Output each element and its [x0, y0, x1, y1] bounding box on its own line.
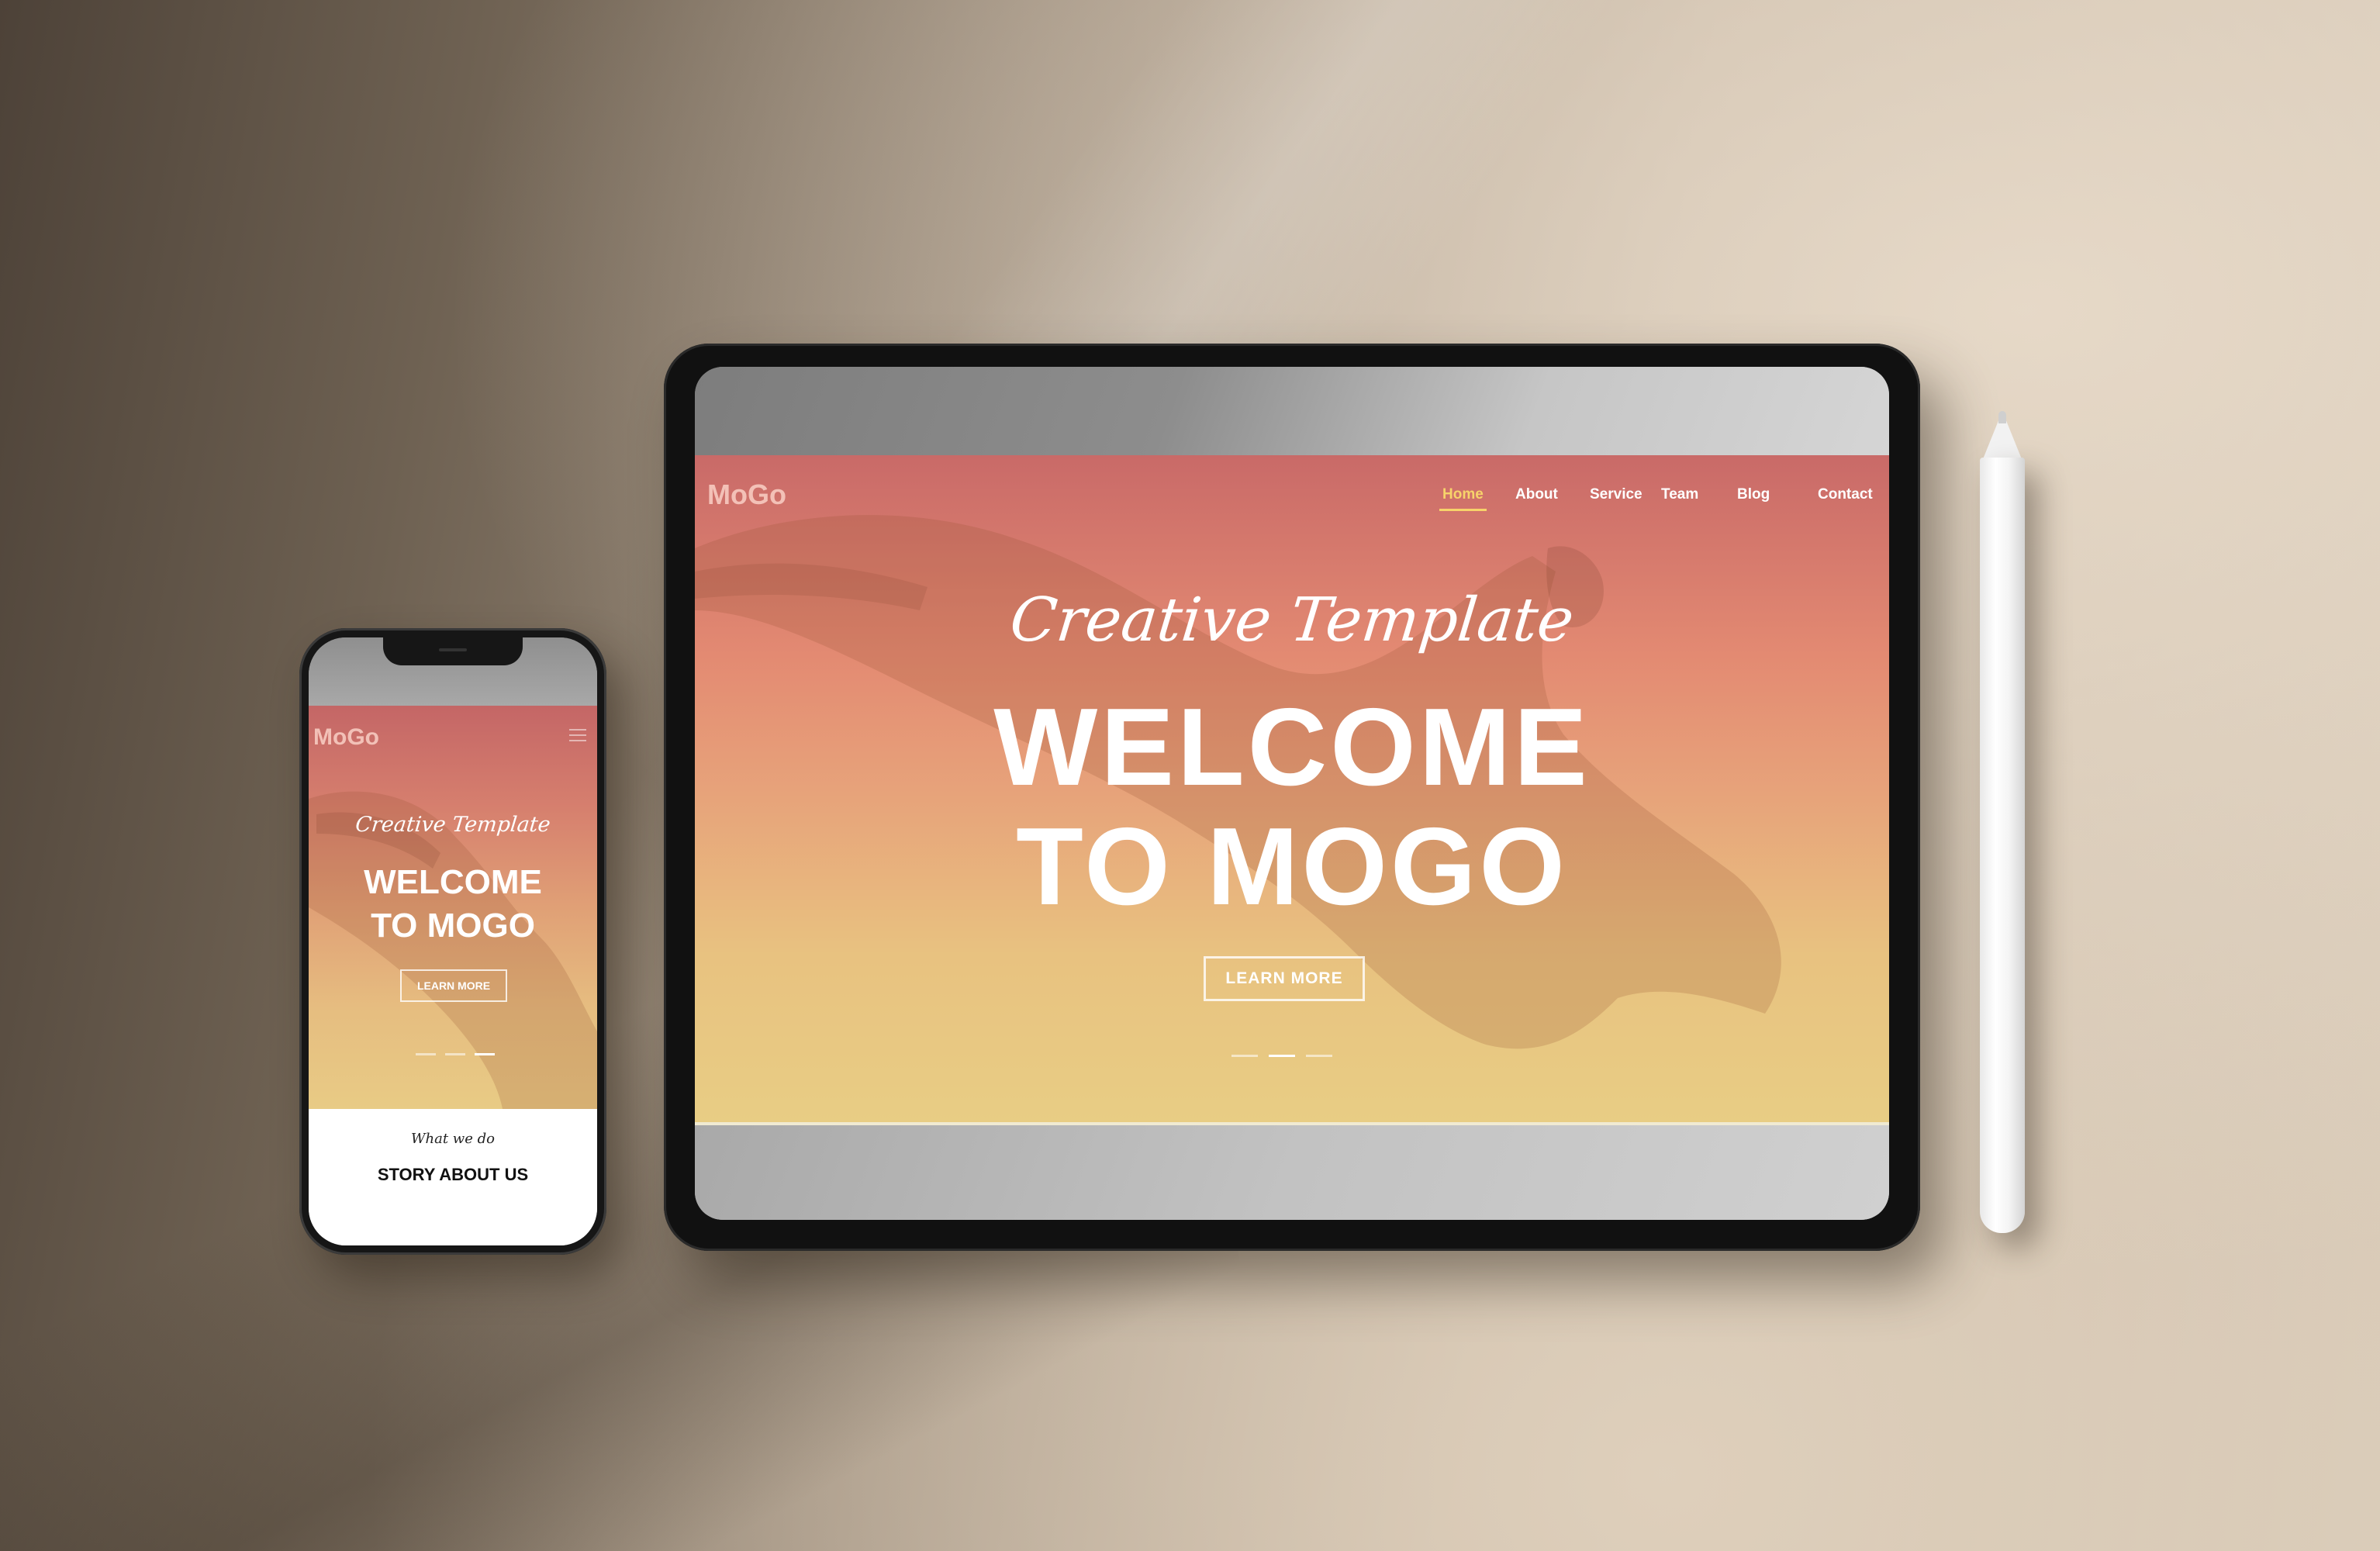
phone-screen: MoGo Creative Template WELCOME TO MOGO L…	[309, 637, 597, 1245]
nav-item-contact[interactable]: Contact	[1818, 486, 1873, 503]
pencil-nib	[1998, 411, 2006, 423]
tablet-hero: MoGo Home About Service Team Blog Contac…	[695, 455, 1889, 1122]
phone-notch	[383, 637, 523, 665]
phone-headline-line2: TO MOGO	[371, 907, 535, 945]
tablet-headline-line2: TO MOGO	[1016, 805, 1568, 928]
hamburger-icon[interactable]	[569, 729, 586, 741]
phone-logo[interactable]: MoGo	[313, 724, 379, 751]
phone-device: MoGo Creative Template WELCOME TO MOGO L…	[299, 628, 606, 1255]
tablet-device: MoGo Home About Service Team Blog Contac…	[664, 344, 1920, 1251]
nav-item-home[interactable]: Home	[1439, 486, 1487, 511]
tablet-logo[interactable]: MoGo	[707, 478, 786, 511]
nav-item-service[interactable]: Service	[1590, 486, 1643, 503]
nav-item-about[interactable]: About	[1515, 486, 1558, 503]
slider-dot-active[interactable]	[1269, 1055, 1295, 1057]
tablet-headline-line1: WELCOME	[993, 686, 1591, 809]
tablet-bottom-area	[695, 1122, 1889, 1220]
slider-dot[interactable]	[1306, 1055, 1332, 1057]
phone-hero: MoGo Creative Template WELCOME TO MOGO L…	[309, 706, 597, 1109]
phone-slider-dots	[416, 1053, 495, 1055]
nav-item-blog[interactable]: Blog	[1737, 486, 1770, 503]
phone-headline-line1: WELCOME	[364, 863, 542, 901]
pencil-body	[1980, 458, 2025, 1233]
mockup-scene: MoGo Creative Template WELCOME TO MOGO L…	[0, 0, 2380, 1551]
tablet-slider-dots	[1231, 1055, 1332, 1057]
nav-item-team[interactable]: Team	[1661, 486, 1698, 503]
tablet-screen: MoGo Home About Service Team Blog Contac…	[695, 367, 1889, 1220]
stylus-pencil	[1980, 411, 2025, 1233]
phone-learn-more-button[interactable]: LEARN MORE	[400, 969, 507, 1002]
slider-dot[interactable]	[445, 1053, 465, 1055]
phone-hero-headline: WELCOME TO MOGO	[309, 861, 597, 948]
phone-section-script-title: What we do	[411, 1131, 495, 1147]
slider-dot[interactable]	[1231, 1055, 1258, 1057]
tablet-top-area	[695, 367, 1889, 455]
tablet-hero-script-title: Creative Template	[1007, 586, 1577, 655]
tablet-hero-headline: WELCOME TO MOGO	[695, 688, 1889, 927]
phone-story-section: What we do STORY ABOUT US	[309, 1109, 597, 1245]
slider-dot-active[interactable]	[475, 1053, 495, 1055]
slider-dot[interactable]	[416, 1053, 436, 1055]
phone-section-heading: STORY ABOUT US	[377, 1165, 529, 1184]
phone-hero-script-title: Creative Template	[354, 813, 552, 837]
tablet-learn-more-button[interactable]: LEARN MORE	[1204, 956, 1365, 1001]
